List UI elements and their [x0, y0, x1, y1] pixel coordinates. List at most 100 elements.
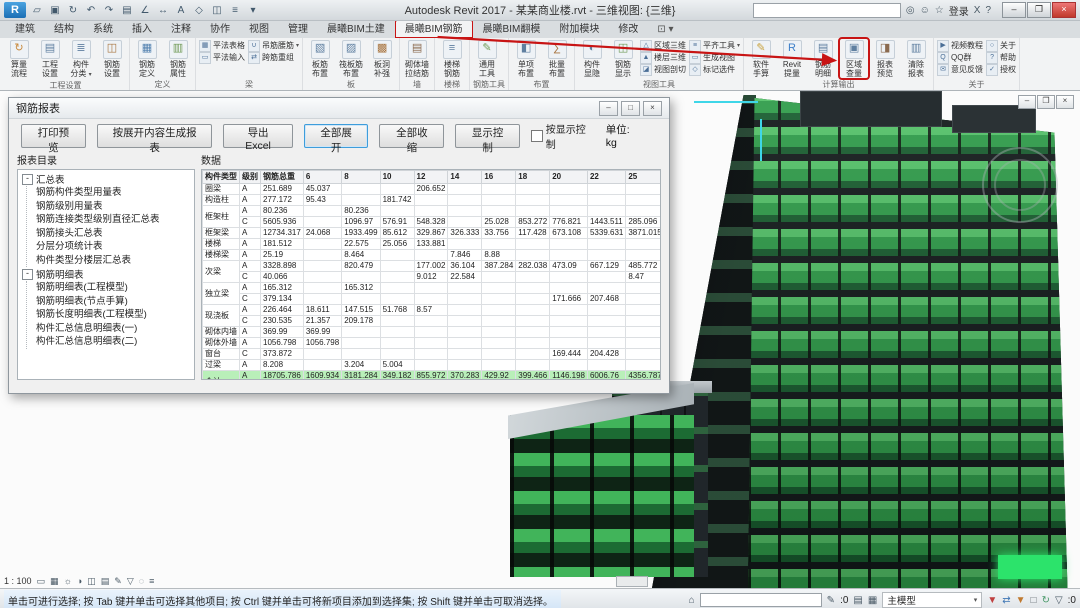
dialog-minimize-button[interactable]: –	[599, 101, 618, 116]
view-restore-button[interactable]: ❐	[1037, 95, 1055, 109]
clear-report-button[interactable]: ▥清除报表	[902, 39, 930, 78]
drawing-area[interactable]: – ❐ × 钢筋报表 –□× 打印预览按展开内容生成报表导出Excel全部展开全…	[0, 91, 1080, 588]
tab-插入[interactable]: 插入	[123, 21, 161, 38]
align-tool-button[interactable]: ≡平齐工具▾	[689, 40, 740, 51]
constraints-icon[interactable]: ≡	[149, 576, 154, 587]
crop-region-icon[interactable]: ▤	[101, 576, 110, 587]
exchange-apps-icon[interactable]: X	[974, 5, 981, 16]
slab-rebar-button[interactable]: ▧板筋布置	[306, 39, 334, 78]
tree-item[interactable]: 钢筋构件类型用量表	[36, 186, 194, 200]
horizontal-scrollbar-thumb[interactable]	[616, 576, 648, 587]
tree-item[interactable]: 构件汇总信息明细表(二)	[36, 335, 194, 349]
region-query-button[interactable]: ▣区域查量	[840, 39, 868, 78]
design-option-select[interactable]: 主模型 ▾	[882, 592, 982, 608]
table-row[interactable]: 构造柱A277.17295.43181.742	[203, 195, 662, 206]
tab-协作[interactable]: 协作	[201, 21, 239, 38]
rebar-table-container[interactable]: 构件类型级别钢筋总重681012141618202225圈梁A251.68945…	[201, 169, 661, 380]
raft-rebar-button[interactable]: ▨筏板筋布置	[337, 39, 365, 78]
worksets-icon[interactable]: ⌂	[689, 595, 695, 606]
single-place-button[interactable]: ◧单项布置	[512, 39, 540, 78]
table-row[interactable]: 现浇板A226.46418.611147.51551.7688.57	[203, 305, 662, 316]
tree-item[interactable]: 钢筋明细表(节点手算)	[36, 295, 194, 309]
display-control-button[interactable]: 显示控制	[455, 124, 520, 148]
table-row[interactable]: 次梁A3328.898820.479177.00236.104387.28428…	[203, 261, 662, 272]
editing-requests-icon[interactable]: ✎	[827, 595, 835, 606]
drag-on-selection-icon[interactable]: ↻	[1042, 595, 1050, 606]
table-row[interactable]: 圈梁A251.68945.037206.652	[203, 184, 662, 195]
scale-button[interactable]: 1 : 100	[4, 576, 32, 586]
hanger-waist-bar-button[interactable]: ∪吊筋腰筋▾	[248, 40, 299, 51]
tab-晨曦BIM钢筋[interactable]: 晨曦BIM钢筋	[395, 20, 473, 38]
sync-icon[interactable]: ↻	[66, 5, 80, 16]
generate-report-by-expanded-button[interactable]: 按展开内容生成报表	[97, 124, 213, 148]
floor-3d-button[interactable]: ▲楼层三维	[640, 52, 686, 63]
revit-takeoff-button[interactable]: RRevit提量	[778, 39, 806, 78]
tree-node-汇总表[interactable]: -汇总表	[22, 172, 194, 186]
masonry-tie-bar-button[interactable]: ▤砌体墙拉结筋	[403, 39, 431, 78]
collapse-all-button[interactable]: 全部收缩	[379, 124, 444, 148]
undo-icon[interactable]: ↶	[84, 5, 98, 16]
total-row[interactable]: 合计A18705.7861609.9343181.284349.182855.9…	[203, 371, 662, 381]
tab-注释[interactable]: 注释	[162, 21, 200, 38]
redo-icon[interactable]: ↷	[102, 5, 116, 16]
sign-in-link[interactable]: 登录	[949, 3, 969, 18]
section-icon[interactable]: ◫	[210, 5, 224, 16]
aligned-dimension-icon[interactable]: ↔	[156, 5, 170, 16]
table-row[interactable]: 窗台C373.872169.444204.428	[203, 349, 662, 360]
project-settings-button[interactable]: ▤工程设置	[36, 39, 64, 78]
tree-item[interactable]: 构件汇总信息明细表(一)	[36, 322, 194, 336]
rebar-display-button[interactable]: ◫钢筋显示	[609, 39, 637, 78]
tree-item[interactable]: 钢筋接头汇总表	[36, 227, 194, 241]
about-button[interactable]: ○关于	[986, 40, 1016, 51]
temporary-hide-icon[interactable]: ✎	[114, 576, 122, 587]
sun-path-icon[interactable]: ☼	[64, 576, 72, 587]
table-row[interactable]: C5605.9361096.97576.91548.32825.028853.2…	[203, 217, 662, 228]
dialog-close-button[interactable]: ×	[643, 101, 662, 116]
favorites-star-icon[interactable]: ☆	[935, 5, 944, 16]
default-3d-view-icon[interactable]: ◇	[192, 5, 206, 16]
export-excel-button[interactable]: 导出Excel	[223, 124, 292, 148]
revit-app-menu[interactable]: R	[4, 2, 26, 18]
crop-view-icon[interactable]: ◫	[87, 576, 96, 587]
select-by-face-icon[interactable]: □	[1031, 595, 1037, 606]
tab-视图[interactable]: 视图	[240, 21, 278, 38]
search-input[interactable]	[753, 3, 901, 18]
tree-item[interactable]: 钢筋连接类型级别直径汇总表	[36, 213, 194, 227]
display-control-checkbox[interactable]	[531, 130, 543, 142]
visual-style-icon[interactable]: ▦	[50, 576, 59, 587]
dialog-title-bar[interactable]: 钢筋报表 –□×	[9, 98, 669, 119]
component-category-button[interactable]: ≣构件分类 ▾	[67, 39, 95, 80]
view-minimize-button[interactable]: –	[1018, 95, 1036, 109]
active-workset-select[interactable]	[700, 593, 822, 607]
view-close-button[interactable]: ×	[1056, 95, 1074, 109]
tree-item[interactable]: 分层分项统计表	[36, 240, 194, 254]
reveal-hidden-icon[interactable]: ▽	[127, 576, 134, 587]
filter-icon[interactable]: ▽	[1055, 595, 1063, 606]
span-regroup-button[interactable]: ⇄跨筋重组	[248, 52, 299, 63]
restore-button[interactable]: ❐	[1027, 2, 1051, 18]
tree-item[interactable]: 钢筋长度明细表(工程模型)	[36, 308, 194, 322]
tab-建筑[interactable]: 建筑	[6, 21, 44, 38]
help-button[interactable]: ?帮助	[986, 52, 1016, 63]
generate-view-button[interactable]: ▭生成视图	[689, 52, 740, 63]
print-icon[interactable]: ▤	[120, 5, 134, 16]
collapse-icon[interactable]: -	[22, 269, 33, 280]
tree-item[interactable]: 钢筋明细表(工程模型)	[36, 281, 194, 295]
analytical-model-icon[interactable]: ◌	[139, 576, 144, 587]
component-visibility-button[interactable]: ◐构件显隐	[578, 39, 606, 78]
close-button[interactable]: ×	[1052, 2, 1076, 18]
save-icon[interactable]: ▣	[48, 5, 62, 16]
detail-level-icon[interactable]: ▭	[37, 576, 46, 587]
batch-place-button[interactable]: ∑批量布置	[543, 39, 571, 78]
tree-node-钢筋明细表[interactable]: -钢筋明细表	[22, 267, 194, 281]
table-row[interactable]: 过梁A8.2083.2045.004	[203, 360, 662, 371]
print-preview-button[interactable]: 打印预览	[21, 124, 86, 148]
tab-管理[interactable]: 管理	[279, 21, 317, 38]
design-options-icon[interactable]: ▤	[853, 595, 862, 606]
report-preview-button[interactable]: ◨报表预览	[871, 39, 899, 78]
dialog-maximize-button[interactable]: □	[621, 101, 640, 116]
table-row[interactable]: 独立梁A165.312165.312	[203, 283, 662, 294]
hand-calc-button[interactable]: ✎软件手算	[747, 39, 775, 78]
video-tutorial-button[interactable]: ▶视频教程	[937, 40, 983, 51]
text-icon[interactable]: A	[174, 5, 188, 16]
